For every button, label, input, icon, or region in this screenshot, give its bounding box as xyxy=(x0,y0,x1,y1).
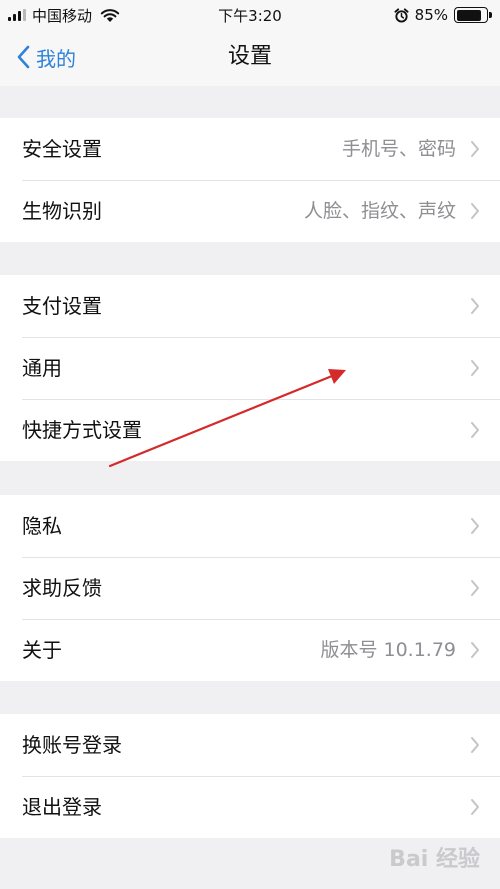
settings-group-security: 安全设置 手机号、密码 生物识别 人脸、指纹、声纹 xyxy=(0,118,500,242)
battery-icon xyxy=(454,7,492,23)
settings-row-privacy[interactable]: 隐私 xyxy=(0,495,500,557)
chevron-right-icon xyxy=(471,203,479,219)
row-label: 退出登录 xyxy=(22,795,102,819)
status-right: 85% xyxy=(394,5,492,25)
chevron-right-icon xyxy=(471,799,479,815)
row-label: 关于 xyxy=(22,638,62,662)
chevron-right-icon xyxy=(471,518,479,534)
chevron-right-icon xyxy=(471,737,479,753)
row-label: 快捷方式设置 xyxy=(22,418,142,442)
settings-group-about: 隐私 求助反馈 关于 版本号 10.1.79 xyxy=(0,495,500,681)
settings-row-biometrics[interactable]: 生物识别 人脸、指纹、声纹 xyxy=(0,180,500,242)
settings-row-security[interactable]: 安全设置 手机号、密码 xyxy=(0,118,500,180)
row-value: 手机号、密码 xyxy=(341,138,456,160)
chevron-right-icon xyxy=(471,422,479,438)
settings-row-payment[interactable]: 支付设置 xyxy=(0,275,500,337)
row-label: 求助反馈 xyxy=(22,576,102,600)
settings-row-feedback[interactable]: 求助反馈 xyxy=(0,557,500,619)
row-value: 人脸、指纹、声纹 xyxy=(303,200,456,222)
row-label: 通用 xyxy=(22,356,62,380)
settings-group-account: 换账号登录 退出登录 xyxy=(0,714,500,838)
chevron-right-icon xyxy=(471,141,479,157)
watermark: Bai 经验 xyxy=(389,847,480,872)
row-label: 支付设置 xyxy=(22,294,102,318)
row-value: 版本号 10.1.79 xyxy=(320,639,456,661)
page-title: 设置 xyxy=(227,44,272,69)
status-bar: 中国移动 下午3:20 85% xyxy=(0,0,500,30)
nav-bar: 我的 设置 xyxy=(0,30,500,86)
chevron-right-icon xyxy=(471,360,479,376)
battery-fill xyxy=(456,9,482,21)
settings-row-general[interactable]: 通用 xyxy=(0,337,500,399)
chevron-right-icon xyxy=(471,298,479,314)
settings-group-general: 支付设置 通用 快捷方式设置 xyxy=(0,275,500,461)
chevron-right-icon xyxy=(471,642,479,658)
settings-row-switch-account[interactable]: 换账号登录 xyxy=(0,714,500,776)
row-label: 生物识别 xyxy=(22,199,102,223)
row-label: 隐私 xyxy=(22,514,62,538)
alarm-icon xyxy=(394,7,409,23)
settings-row-logout[interactable]: 退出登录 xyxy=(0,776,500,838)
row-label: 换账号登录 xyxy=(22,733,122,757)
chevron-right-icon xyxy=(471,580,479,596)
row-label: 安全设置 xyxy=(22,137,102,161)
battery-percent: 85% xyxy=(414,6,448,24)
settings-row-about[interactable]: 关于 版本号 10.1.79 xyxy=(0,619,500,681)
settings-row-shortcuts[interactable]: 快捷方式设置 xyxy=(0,399,500,461)
